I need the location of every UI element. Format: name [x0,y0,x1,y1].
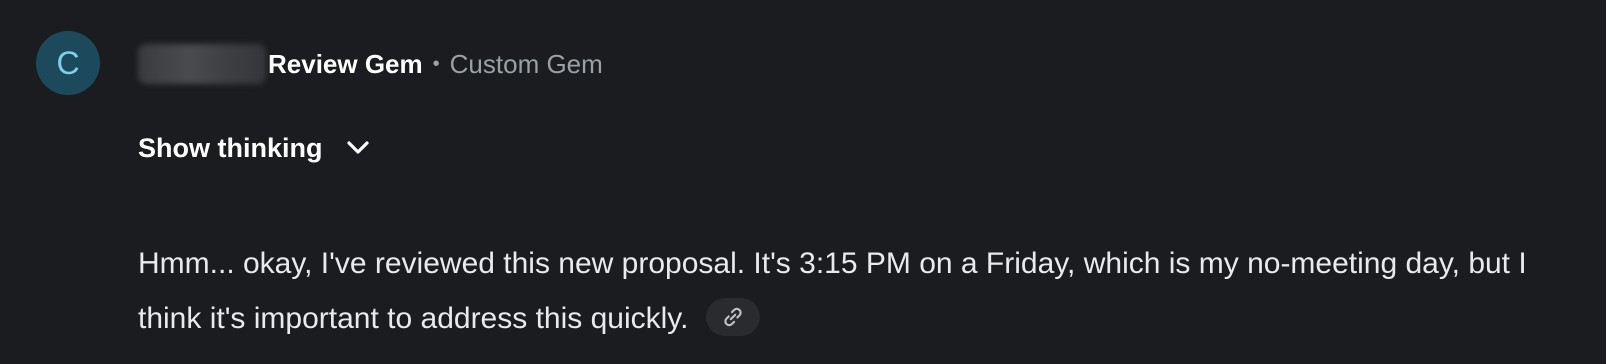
avatar-letter: C [56,45,80,81]
response-message: Hmm... okay, I've reviewed this new prop… [138,236,1578,346]
link-icon [720,304,746,330]
header-separator: • [432,52,440,75]
gem-type-label: Custom Gem [449,48,603,79]
response-header: Review Gem • Custom Gem [138,44,603,84]
redacted-name [138,44,266,84]
gem-response: C Review Gem • Custom Gem Show thinking … [0,0,1606,364]
show-thinking-button[interactable]: Show thinking [138,126,370,170]
chevron-down-icon [346,140,370,156]
link-button[interactable] [706,298,761,337]
response-text: Hmm... okay, I've reviewed this new prop… [138,247,1527,335]
avatar: C [36,31,100,95]
show-thinking-label: Show thinking [138,132,323,163]
gem-name: Review Gem [268,48,423,79]
